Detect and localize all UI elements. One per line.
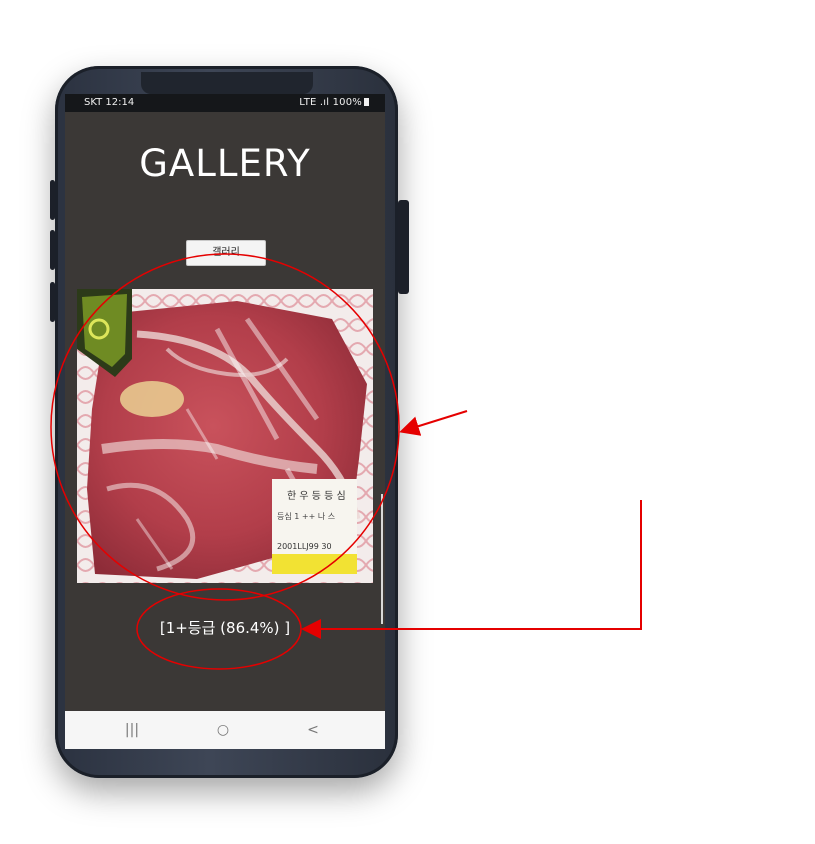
carrier-time: SKT 12:14	[84, 97, 135, 108]
status-bar: SKT 12:14 LTE .ıl 100%	[65, 94, 385, 112]
home-icon[interactable]: ○	[208, 719, 238, 741]
meat-photo: 한 우 등 등 심 등심 1 ++ 나 스 2001LLJ99 30	[77, 289, 373, 583]
grade-result-text: [1+등급 (86.4%) ]	[159, 619, 291, 637]
navigation-bar: ||| ○ <	[65, 711, 385, 749]
status-indicators: LTE .ıl 100%	[299, 97, 369, 108]
volume-button-low	[50, 282, 55, 322]
gallery-button[interactable]: 갤러리	[186, 240, 266, 266]
recents-icon[interactable]: |||	[117, 719, 147, 741]
phone-screen: SKT 12:14 LTE .ıl 100% GALLERY 갤러리 한 우 등…	[65, 94, 385, 749]
power-button	[398, 200, 409, 294]
page-title: GALLERY	[139, 142, 311, 185]
scroll-indicator	[381, 494, 383, 624]
camera-notch	[141, 72, 313, 94]
volume-button-top	[50, 180, 55, 220]
signal-icon: LTE .ıl 100%	[299, 97, 362, 108]
price-label-line-2: 등심 1 ++ 나 스	[277, 511, 335, 521]
battery-icon	[364, 98, 369, 106]
back-icon[interactable]: <	[298, 719, 328, 741]
photo-arrow	[399, 410, 468, 436]
price-label-line-1: 한 우 등 등 심	[287, 490, 346, 502]
meat-photo-image: 한 우 등 등 심 등심 1 ++ 나 스 2001LLJ99 30	[77, 289, 373, 583]
volume-button-mid	[50, 230, 55, 270]
price-label-line-3: 2001LLJ99 30	[277, 542, 332, 551]
